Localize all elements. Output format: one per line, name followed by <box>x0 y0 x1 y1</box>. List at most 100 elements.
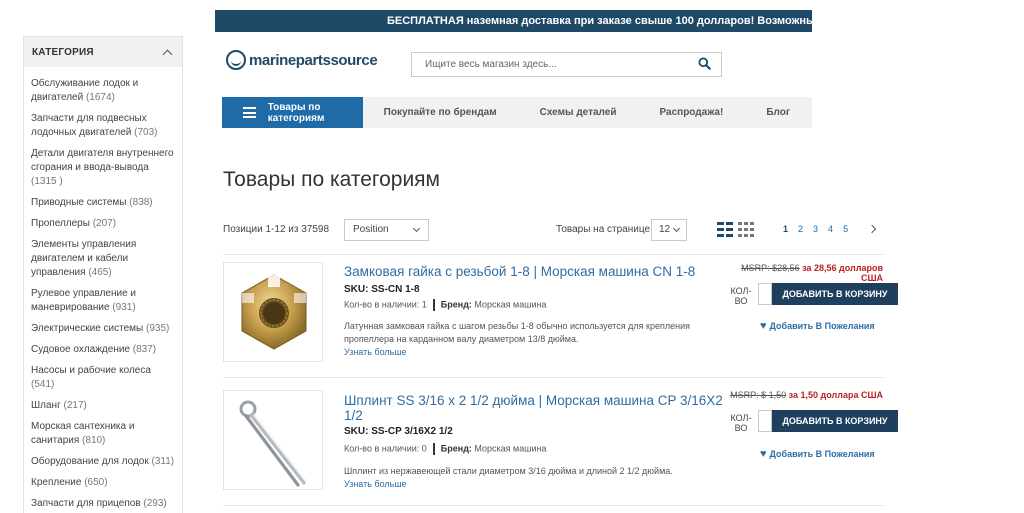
category-item[interactable]: Насосы и рабочие колеса (541) <box>31 364 175 392</box>
promo-banner[interactable]: БЕСПЛАТНАЯ наземная доставка при заказе … <box>215 10 812 32</box>
chevron-up-icon[interactable] <box>162 49 173 59</box>
category-item[interactable]: Рулевое управление и маневрирование (931… <box>31 287 175 315</box>
nav-item-diagrams[interactable]: Схемы деталей <box>540 107 617 118</box>
category-filter-title: КАТЕГОРИЯ <box>32 46 94 58</box>
category-count: (838) <box>129 197 153 208</box>
wishlist-label: Добавить В Пожелания <box>769 449 875 459</box>
positions-count: Позиции 1-12 из 37598 <box>223 224 330 235</box>
msrp-price: MSRP: $ 1,50 <box>730 390 787 400</box>
product-image[interactable] <box>223 390 323 490</box>
main-nav: Товары по категориям Покупайте по бренда… <box>222 97 812 128</box>
category-label: Шланг <box>31 400 61 411</box>
sort-select[interactable]: Position <box>344 219 429 241</box>
sort-value: Position <box>353 224 389 235</box>
category-label: Детали двигателя внутреннего сгорания и … <box>31 148 174 173</box>
category-count: (650) <box>84 477 108 488</box>
learn-more-link[interactable]: Узнать больше <box>344 347 407 357</box>
category-item[interactable]: Приводные системы (838) <box>31 196 175 210</box>
add-to-cart-button[interactable]: ДОБАВИТЬ В КОРЗИНУ <box>772 283 898 305</box>
category-sidebar: КАТЕГОРИЯ Обслуживание лодок и двигателе… <box>23 36 183 513</box>
search-box <box>411 52 722 77</box>
site-logo[interactable]: marinepartssource <box>226 50 378 70</box>
search-icon[interactable] <box>698 57 711 70</box>
brand-value: Морская машина <box>474 443 547 454</box>
add-to-wishlist-link[interactable]: ♥ Добавить В Пожелания <box>760 321 875 332</box>
page-link-current[interactable]: 1 <box>783 224 788 234</box>
category-item[interactable]: Морская сантехника и санитария (810) <box>31 420 175 448</box>
promo-text: БЕСПЛАТНАЯ наземная доставка при заказе … <box>387 15 812 27</box>
cotter-pin-image <box>239 400 307 487</box>
category-item[interactable]: Крепление (650) <box>31 476 175 490</box>
qty-input[interactable] <box>758 283 772 305</box>
wishlist-label: Добавить В Пожелания <box>769 321 875 331</box>
category-count: (1674) <box>85 92 115 103</box>
category-label: Крепление <box>31 477 82 488</box>
category-item[interactable]: Судовое охлаждение (837) <box>31 343 175 357</box>
category-count: (1315 ) <box>31 176 63 187</box>
hamburger-icon <box>243 107 256 118</box>
page-link[interactable]: 3 <box>813 224 818 234</box>
category-item[interactable]: Шланг (217) <box>31 399 175 413</box>
product-sku: SKU: SS-CN 1-8 <box>344 284 420 295</box>
category-list: Обслуживание лодок и двигателей (1674) З… <box>24 67 182 511</box>
qty-label: КОЛ-ВО <box>730 413 752 433</box>
category-count: (837) <box>132 344 157 355</box>
product-name-link[interactable]: Замковая гайка с резьбой 1-8 | Морская м… <box>344 264 724 279</box>
product-name-link[interactable]: Шплинт SS 3/16 x 2 1/2 дюйма | Морская м… <box>344 393 724 423</box>
stock-qty: Кол-во в наличии: 0 <box>344 443 427 454</box>
page-link[interactable]: 4 <box>828 224 833 234</box>
grid-view-icon[interactable] <box>717 222 733 237</box>
per-page-value: 12 <box>659 224 671 235</box>
category-item[interactable]: Элементы управления двигателем и кабели … <box>31 238 175 280</box>
per-page-select[interactable]: 12 <box>651 219 687 241</box>
category-label: Запчасти для прицепов <box>31 498 141 509</box>
product-stock: Кол-во в наличии: 1 Бренд: Морская машина <box>344 299 546 311</box>
category-label: Оборудование для лодок <box>31 456 149 467</box>
price-box: MSRP: $28,56 за 28,56 долларов США <box>725 263 883 283</box>
nav-categories-button[interactable]: Товары по категориям <box>222 97 363 128</box>
page-title: Товары по категориям <box>223 168 440 191</box>
msrp-price: MSRP: $28,56 <box>741 263 800 273</box>
chevron-down-icon <box>672 224 681 233</box>
category-item[interactable]: Обслуживание лодок и двигателей (1674) <box>31 77 175 105</box>
chevron-down-icon <box>412 224 421 233</box>
logo-icon <box>226 50 246 70</box>
category-item[interactable]: Оборудование для лодок (311) <box>31 455 175 469</box>
sale-price: за 1,50 доллара США <box>788 390 883 400</box>
category-filter-header[interactable]: КАТЕГОРИЯ <box>24 37 182 67</box>
category-label: Элементы управления двигателем и кабели … <box>31 239 137 278</box>
category-item[interactable]: Пропеллеры (207) <box>31 217 175 231</box>
category-item[interactable]: Электрические системы (935) <box>31 322 175 336</box>
stock-qty: Кол-во в наличии: 1 <box>344 299 427 310</box>
list-view-icon[interactable] <box>738 222 754 237</box>
product-image[interactable] <box>223 262 323 362</box>
pagination: 1 2 3 4 5 <box>783 224 848 234</box>
category-label: Электрические системы <box>31 323 144 334</box>
page-link[interactable]: 5 <box>843 224 848 234</box>
nav-item-brands[interactable]: Покупайте по брендам <box>384 107 497 118</box>
castle-nut-image <box>241 274 307 350</box>
per-page-label: Товары на странице <box>556 224 651 235</box>
qty-input[interactable] <box>758 410 772 432</box>
product-item: Замковая гайка с резьбой 1-8 | Морская м… <box>223 254 898 378</box>
nav-item-sale[interactable]: Распродажа! <box>660 107 724 118</box>
chevron-right-icon[interactable] <box>867 224 877 234</box>
search-input[interactable] <box>412 53 682 76</box>
category-item[interactable]: Детали двигателя внутреннего сгорания и … <box>31 147 175 189</box>
nav-item-blog[interactable]: Блог <box>766 107 790 118</box>
learn-more-link[interactable]: Узнать больше <box>344 479 407 489</box>
add-to-cart-button[interactable]: ДОБАВИТЬ В КОРЗИНУ <box>772 410 898 432</box>
category-count: (935) <box>146 323 170 334</box>
product-toolbar: Позиции 1-12 из 37598 Position Товары на… <box>223 219 883 241</box>
brand-value: Морская машина <box>474 299 547 310</box>
category-item[interactable]: Запчасти для прицепов (293) <box>31 497 175 511</box>
category-count: (293) <box>143 498 167 509</box>
category-count: (217) <box>63 400 87 411</box>
page-link[interactable]: 2 <box>798 224 803 234</box>
logo-text: marinepartssource <box>249 51 378 69</box>
category-count: (541) <box>31 379 55 390</box>
category-item[interactable]: Запчасти для подвесных лодочных двигател… <box>31 112 175 140</box>
add-to-wishlist-link[interactable]: ♥ Добавить В Пожелания <box>760 449 875 460</box>
category-count: (207) <box>92 218 117 229</box>
page: БЕСПЛАТНАЯ наземная доставка при заказе … <box>0 0 1024 513</box>
